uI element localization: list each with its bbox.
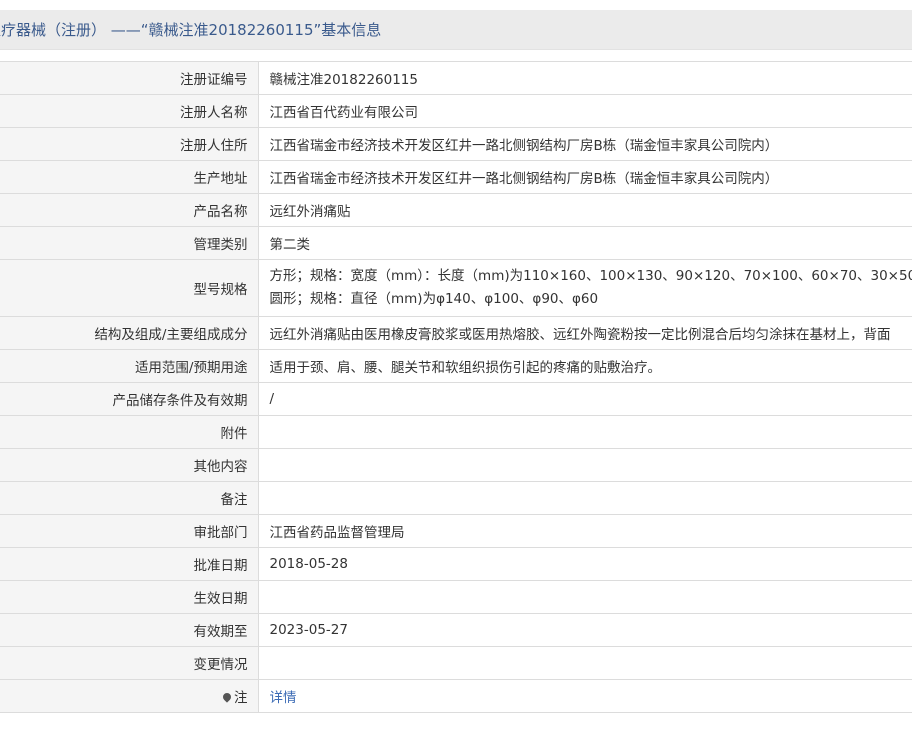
table-row: 附件 [0,415,912,449]
row-label: 附件 [0,415,259,449]
row-label: 注册人名称 [0,94,259,128]
table-row: 注册证编号 赣械注准20182260115 [0,61,912,95]
table-row: 产品名称 远红外消痛贴 [0,193,912,227]
row-label: 变更情况 [0,646,259,680]
row-value: 江西省瑞金市经济技术开发区红井一路北侧钢结构厂房B栋（瑞金恒丰家具公司院内） [258,160,912,194]
row-label: 注 [234,690,248,706]
title-bar: 医疗器械（注册） ——“赣械注准20182260115”基本信息 [0,10,912,50]
table-row: 其他内容 [0,448,912,482]
row-label: 生效日期 [0,580,259,614]
table-row: 管理类别 第二类 [0,226,912,260]
row-label: 审批部门 [0,514,259,548]
table-row: 生产地址 江西省瑞金市经济技术开发区红井一路北侧钢结构厂房B栋（瑞金恒丰家具公司… [0,160,912,194]
table-row: 注册人住所 江西省瑞金市经济技术开发区红井一路北侧钢结构厂房B栋（瑞金恒丰家具公… [0,127,912,161]
row-label: 注册人住所 [0,127,259,161]
row-value: 方形；规格：宽度（mm）：长度（mm)为110×160、100×130、90×1… [258,259,912,317]
row-value: 2018-05-28 [258,547,912,581]
table-row: 注 详情 [0,679,912,713]
row-value: 适用于颈、肩、腰、腿关节和软组织损伤引起的疼痛的贴敷治疗。 [258,349,912,383]
row-value: 江西省百代药业有限公司 [258,94,912,128]
row-label: 批准日期 [0,547,259,581]
row-label: 其他内容 [0,448,259,482]
row-value [258,415,912,449]
table-row: 产品储存条件及有效期 / [0,382,912,416]
row-label: 结构及组成/主要组成成分 [0,316,259,350]
row-label: 备注 [0,481,259,515]
row-label: 产品储存条件及有效期 [0,382,259,416]
row-label: 生产地址 [0,160,259,194]
row-label: 适用范围/预期用途 [0,349,259,383]
table-row: 注册人名称 江西省百代药业有限公司 [0,94,912,128]
table-row: 适用范围/预期用途 适用于颈、肩、腰、腿关节和软组织损伤引起的疼痛的贴敷治疗。 [0,349,912,383]
details-link[interactable]: 详情 [270,690,297,706]
row-label: 有效期至 [0,613,259,647]
row-value: 江西省瑞金市经济技术开发区红井一路北侧钢结构厂房B栋（瑞金恒丰家具公司院内） [258,127,912,161]
table-row: 批准日期 2018-05-28 [0,547,912,581]
row-value [258,580,912,614]
row-value: 赣械注准20182260115 [258,61,912,95]
row-value [258,448,912,482]
table-row: 有效期至 2023-05-27 [0,613,912,647]
row-value: 江西省药品监督管理局 [258,514,912,548]
top-spacer [0,0,912,10]
title-spacer [0,50,912,61]
spec-line-round: 圆形；规格：直径（mm)为φ140、φ100、φ90、φ60 [269,291,599,307]
pin-icon [221,691,233,703]
page-title: 医疗器械（注册） ——“赣械注准20182260115”基本信息 [0,21,382,39]
note-label-cell: 注 [0,679,259,713]
table-row: 审批部门 江西省药品监督管理局 [0,514,912,548]
row-label: 型号规格 [0,259,259,317]
row-value: 2023-05-27 [258,613,912,647]
row-value: 第二类 [258,226,912,260]
spec-line-square: 方形；规格：宽度（mm）：长度（mm)为110×160、100×130、90×1… [269,268,912,284]
info-table: 注册证编号 赣械注准20182260115 注册人名称 江西省百代药业有限公司 … [0,61,912,713]
table-row: 生效日期 [0,580,912,614]
row-value [258,481,912,515]
row-value: 远红外消痛贴 [258,193,912,227]
row-value: / [258,382,912,416]
table-row: 型号规格 方形；规格：宽度（mm）：长度（mm)为110×160、100×130… [0,259,912,317]
table-row: 变更情况 [0,646,912,680]
row-label: 管理类别 [0,226,259,260]
row-value: 详情 [258,679,912,713]
table-row: 结构及组成/主要组成成分 远红外消痛贴由医用橡皮膏胶浆或医用热熔胶、远红外陶瓷粉… [0,316,912,350]
row-label: 注册证编号 [0,61,259,95]
table-row: 备注 [0,481,912,515]
row-label: 产品名称 [0,193,259,227]
row-value [258,646,912,680]
row-value: 远红外消痛贴由医用橡皮膏胶浆或医用热熔胶、远红外陶瓷粉按一定比例混合后均匀涂抹在… [258,316,912,350]
